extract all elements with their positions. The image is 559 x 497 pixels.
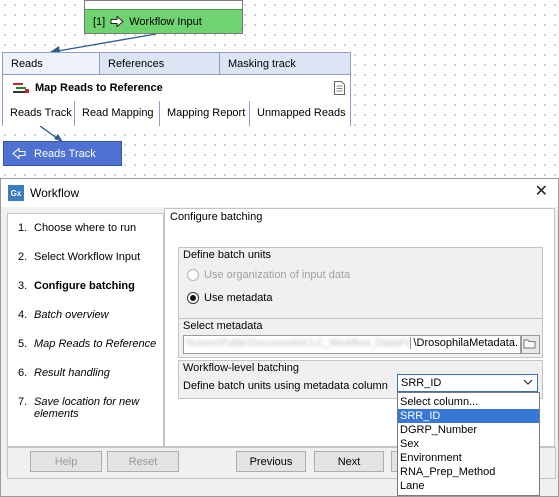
- help-button[interactable]: Help: [30, 451, 102, 472]
- output-reads-track[interactable]: Reads Track: [3, 101, 75, 126]
- radio-metadata-circle[interactable]: [187, 292, 199, 304]
- dialog-title: Workflow: [30, 186, 80, 200]
- option-select-column[interactable]: Select column...: [398, 395, 539, 409]
- output-arrow-icon: [12, 148, 26, 159]
- step-1[interactable]: 1. Choose where to run: [18, 222, 158, 234]
- input-index: [1]: [93, 15, 106, 28]
- reset-button[interactable]: Reset: [107, 451, 179, 472]
- chevron-down-icon: [523, 379, 533, 385]
- page-title: Configure batching: [170, 211, 263, 223]
- select-metadata-label: Select metadata: [183, 320, 263, 332]
- option-rna-prep-method[interactable]: RNA_Prep_Method: [398, 465, 539, 479]
- option-sex[interactable]: Sex: [398, 437, 539, 451]
- browse-button[interactable]: [521, 335, 540, 354]
- select-metadata-group: Select metadata \\Users\Public\Documents…: [178, 318, 543, 358]
- option-lane[interactable]: Lane: [398, 479, 539, 493]
- steps-panel: 1. Choose where to run 2. Select Workflow …: [7, 213, 164, 447]
- map-reads-icon: [13, 83, 29, 93]
- option-dgrp-number[interactable]: DGRP_Number: [398, 423, 539, 437]
- next-button[interactable]: Next: [314, 451, 384, 472]
- dialog-titlebar[interactable]: Gx Workflow ✕: [1, 179, 558, 207]
- workflow-input-node[interactable]: [1] Workflow Input: [84, 0, 243, 34]
- input-node-name: Workflow Input: [129, 15, 202, 28]
- step-4[interactable]: 4. Batch overview: [18, 309, 158, 321]
- option-environment[interactable]: Environment: [398, 451, 539, 465]
- radio-organization-circle[interactable]: [187, 269, 199, 281]
- input-tab-references[interactable]: References: [100, 53, 220, 75]
- radio-organization[interactable]: Use organization of input data: [187, 269, 350, 281]
- input-tab-masking-track[interactable]: Masking track: [220, 53, 350, 75]
- metadata-filename: \DrosophilaMetadata.: [410, 337, 520, 349]
- output-unmapped-reads[interactable]: Unmapped Reads: [250, 101, 350, 126]
- input-arrow-icon: [110, 16, 125, 27]
- blurred-path: \\Users\Public\Documents\CLC_Workflow_Da…: [186, 338, 431, 349]
- radio-metadata[interactable]: Use metadata: [187, 292, 272, 304]
- column-dropdown-list: Select column... SRR_ID DGRP_Number Sex …: [397, 392, 540, 496]
- folder-icon: [523, 339, 536, 349]
- metadata-path-field[interactable]: \\Users\Public\Documents\CLC_Workflow_Da…: [183, 335, 521, 354]
- input-tab-reads[interactable]: Reads: [3, 53, 100, 75]
- step-5[interactable]: 5. Map Reads to Reference: [18, 338, 158, 350]
- document-icon[interactable]: [334, 81, 345, 95]
- metadata-column-select[interactable]: SRR_ID: [397, 374, 538, 392]
- close-icon[interactable]: ✕: [535, 184, 548, 200]
- workflow-batching-label: Workflow-level batching: [183, 362, 299, 374]
- reads-track-output-node[interactable]: Reads Track: [3, 141, 122, 166]
- batch-units-label: Define batch units: [183, 249, 272, 261]
- step-3-current[interactable]: 3. Configure batching: [18, 280, 158, 292]
- step-6[interactable]: 6. Result handling: [18, 367, 158, 379]
- option-srr-id[interactable]: SRR_ID: [398, 409, 539, 423]
- previous-button[interactable]: Previous: [236, 451, 306, 472]
- selected-column: SRR_ID: [401, 377, 442, 389]
- define-batch-label: Define batch units using metadata column: [183, 380, 388, 392]
- output-read-mapping[interactable]: Read Mapping: [75, 101, 160, 126]
- map-reads-node[interactable]: Reads References Masking track Map Reads…: [2, 52, 351, 126]
- step-2[interactable]: 2. Select Workflow Input: [18, 251, 158, 263]
- step-7[interactable]: 7. Save location for new elements: [18, 396, 158, 420]
- app-icon: Gx: [8, 185, 24, 201]
- map-node-title: Map Reads to Reference: [35, 82, 163, 94]
- output-node-name: Reads Track: [34, 147, 96, 160]
- output-mapping-report[interactable]: Mapping Report: [160, 101, 250, 126]
